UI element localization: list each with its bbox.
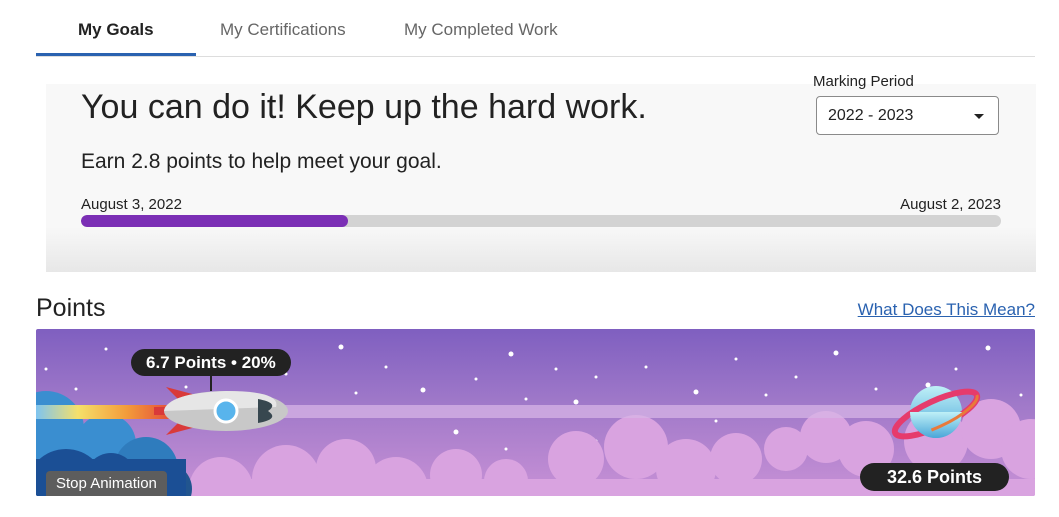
what-does-this-mean-link[interactable]: What Does This Mean? [858,300,1035,320]
flight-path [266,405,916,418]
stop-animation-button[interactable]: Stop Animation [46,471,167,496]
marking-period-label: Marking Period [813,73,914,90]
period-start-date: August 3, 2022 [81,196,182,213]
period-progress-bar [81,215,1001,227]
target-points-badge: 32.6 Points [859,463,1009,491]
chevron-down-icon [974,114,984,119]
marking-period-select[interactable]: 2022 - 2023 [816,96,999,135]
current-points-badge: 6.7 Points • 20% [131,349,291,376]
tab-bar: My Goals My Certifications My Completed … [36,0,1035,57]
points-progress-scene: 6.7 Points • 20% 32.6 Points Stop Animat… [36,329,1035,496]
points-heading: Points [36,294,106,322]
period-end-date: August 2, 2023 [900,196,1001,213]
tab-my-goals[interactable]: My Goals [78,20,154,40]
marking-period-value: 2022 - 2023 [828,107,914,124]
rocket-icon [154,375,288,435]
tab-my-certifications[interactable]: My Certifications [220,20,346,40]
period-progress-fill [81,215,348,227]
tab-my-completed-work[interactable]: My Completed Work [404,20,558,40]
active-tab-indicator [36,53,196,56]
goal-headline: You can do it! Keep up the hard work. [81,88,647,126]
goal-subtext: Earn 2.8 points to help meet your goal. [81,150,442,173]
